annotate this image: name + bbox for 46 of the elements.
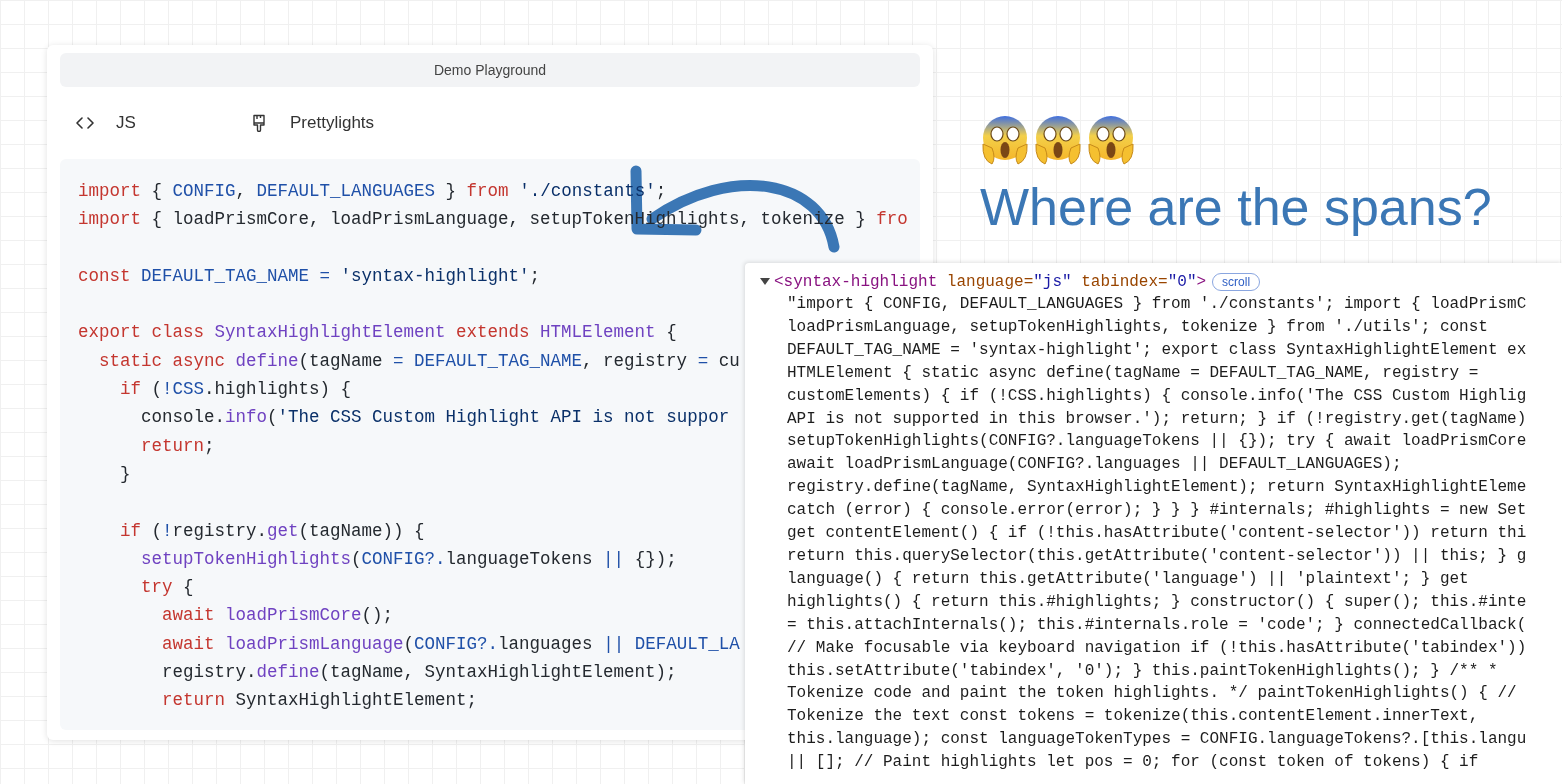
code-line: static async define(tagName = DEFAULT_TAG_NAME, registry = cu — [98, 349, 740, 373]
code-line: console.info('The CSS Custom Highlight API is not suppor — [140, 406, 730, 430]
text-node-line: registry.define(tagName, SyntaxHighlightElement); return SyntaxHighlightEleme — [786, 477, 1528, 499]
text-node-line: customElements) { if (!CSS.highlights) { console.info('The CSS Custom Highlig — [786, 385, 1528, 407]
text-node-line: language() { return this.getAttribute('language') || 'plaintext'; } get — [786, 568, 1470, 590]
text-node-line: = this.attachInternals(); this.#internals.role = 'code'; } connectedCallback( — [786, 614, 1528, 636]
code-line: setupTokenHighlights(CONFIG?.languageTokens || {}); — [140, 547, 677, 571]
screaming-face-icon — [980, 114, 1030, 166]
text-node-line: loadPrismLanguage, setupTokenHighlights, tokenize } from './utils'; const — [786, 316, 1489, 338]
code-line: if (!CSS.highlights) { — [119, 378, 352, 402]
text-node-line: return this.querySelector(this.getAttribute('content-selector')) || this; } g — [786, 545, 1528, 567]
code-line: await loadPrismLanguage(CONFIG?.languages || DEFAULT_LA — [161, 632, 740, 656]
code-line: try { — [140, 576, 194, 600]
code-line: await loadPrismCore(); — [161, 604, 394, 628]
text-node-line: this.language); const languageTokenTypes = CONFIG.languageTokens?.[this.langu — [786, 729, 1528, 751]
code-line: return SyntaxHighlightElement; — [161, 689, 478, 713]
code-icon — [76, 116, 94, 130]
code-line: if (!registry.get(tagName)) { — [119, 519, 425, 543]
code-line: } — [119, 462, 131, 486]
expand-triangle-icon[interactable] — [760, 278, 770, 286]
screaming-face-icon — [1086, 114, 1136, 166]
text-node-line: await loadPrismLanguage(CONFIG?.languages || DEFAULT_LANGUAGES); — [786, 454, 1403, 476]
code-line: export class SyntaxHighlightElement extends HTMLElement { — [78, 321, 677, 345]
code-line: const DEFAULT_TAG_NAME = 'syntax-highlight'; — [78, 264, 541, 288]
text-node-line: get contentElement() { if (!this.hasAttribute('content-selector')) return thi — [786, 523, 1528, 545]
screaming-face-icon — [1033, 114, 1083, 166]
element-tag[interactable]: <syntax-highlight language="js" tabindex="0"> — [774, 273, 1207, 291]
text-node-line: || []; // Paint highlights let pos = 0; for (const token of tokens) { if — [786, 752, 1480, 774]
paintbrush-icon — [252, 114, 266, 132]
text-node-line: Tokenize code and paint the token highlights. */ paintTokenHighlights() { // — [786, 683, 1518, 705]
language-selector[interactable]: JS — [76, 113, 196, 133]
text-node-line: setupTokenHighlights(CONFIG?.languageTokens || {}); try { await loadPrismCore — [786, 431, 1528, 453]
text-node-line: "import { CONFIG, DEFAULT_LANGUAGES } from './constants'; import { loadPrismC — [786, 294, 1528, 315]
code-line: registry.define(tagName, SyntaxHighlightElement); — [161, 661, 677, 685]
text-node-line: DEFAULT_TAG_NAME = 'syntax-highlight'; export class SyntaxHighlightElement ex — [786, 339, 1528, 361]
text-node-line: this.setAttribute('tabindex', '0'); } this.paintTokenHighlights(); } /** * — [786, 660, 1499, 682]
text-node-line: catch (error) { console.error(error); } } } #internals; #highlights = new Set — [786, 500, 1528, 522]
heading: Where are the spans? — [980, 177, 1492, 238]
theme-selector[interactable]: Prettylights — [252, 113, 375, 133]
code-line: return; — [140, 434, 215, 458]
text-node-line: Tokenize the text const tokens = tokenize(this.contentElement.innerText, — [786, 706, 1480, 728]
text-node-line: highlights() { return this.#highlights; } constructor() { super(); this.#inte — [786, 591, 1528, 613]
text-node-line: // Make focusable via keyboard navigation if (!this.hasAttribute('tabindex')) — [786, 637, 1528, 659]
text-node-line: HTMLElement { static async define(tagName = DEFAULT_TAG_NAME, registry = — [786, 362, 1480, 384]
playground-title: Demo Playground — [60, 53, 920, 87]
text-node-line: API is not supported in this browser.'); return; } if (!registry.get(tagName) — [786, 408, 1528, 430]
